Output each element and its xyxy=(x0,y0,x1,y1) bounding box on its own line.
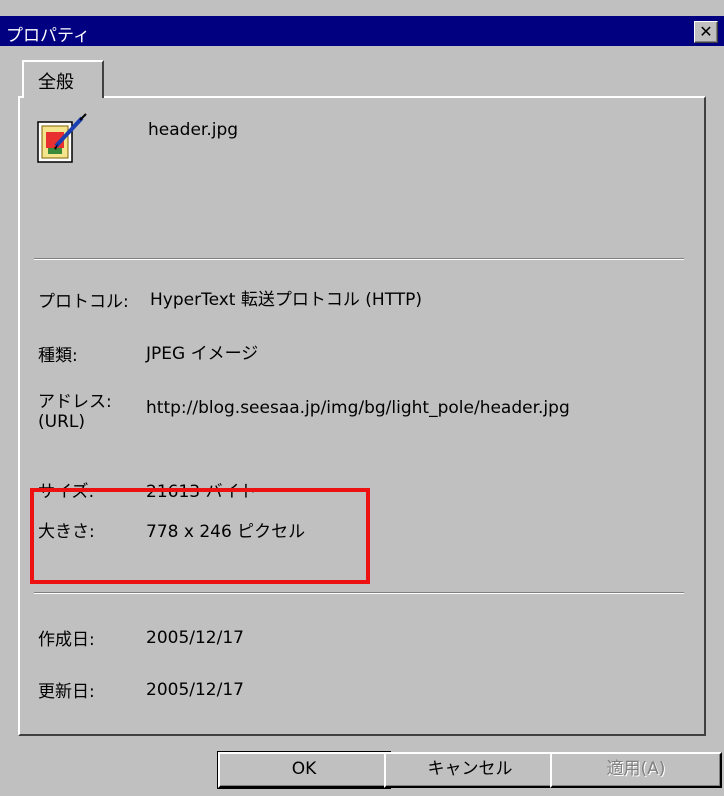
apply-button[interactable]: 適用(A) xyxy=(550,752,722,788)
created-label: 作成日: xyxy=(38,630,95,650)
type-label: 種類: xyxy=(38,346,78,366)
separator-1 xyxy=(34,258,684,260)
separator-2 xyxy=(34,592,684,594)
image-file-icon xyxy=(36,112,90,168)
title-bar[interactable]: プロパティ ✕ xyxy=(0,16,724,46)
ok-button[interactable]: OK xyxy=(217,751,391,789)
file-name: header.jpg xyxy=(148,120,239,140)
tab-general[interactable]: 全般 xyxy=(22,60,104,98)
modified-label: 更新日: xyxy=(38,682,95,702)
highlight-box xyxy=(30,488,370,584)
address-label: アドレス: xyxy=(38,392,112,412)
close-button[interactable]: ✕ xyxy=(694,21,718,43)
window-title: プロパティ xyxy=(6,26,90,46)
close-icon: ✕ xyxy=(699,22,713,41)
properties-dialog: プロパティ ✕ 全般 header.jpg プロトコル: HyperText 転… xyxy=(0,0,724,796)
cancel-button[interactable]: キャンセル xyxy=(384,752,556,788)
created-value: 2005/12/17 xyxy=(146,628,244,648)
type-value: JPEG イメージ xyxy=(146,344,259,364)
protocol-label: プロトコル: xyxy=(38,292,129,312)
modified-value: 2005/12/17 xyxy=(146,680,244,700)
tab-general-label: 全般 xyxy=(38,72,74,93)
address-value: http://blog.seesaa.jp/img/bg/light_pole/… xyxy=(146,398,570,418)
address-label-url: (URL) xyxy=(38,412,85,432)
protocol-value: HyperText 転送プロトコル (HTTP) xyxy=(150,290,423,310)
